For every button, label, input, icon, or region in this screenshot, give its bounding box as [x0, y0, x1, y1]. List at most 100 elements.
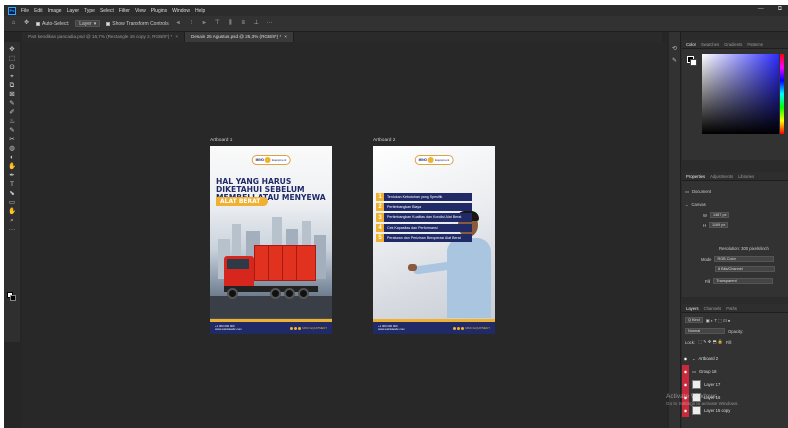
distribute-icon[interactable]: ⫼: [227, 20, 234, 27]
menu-layer[interactable]: Layer: [67, 8, 80, 14]
zoom-tool-icon[interactable]: ⌕: [7, 216, 17, 225]
filter-icons[interactable]: ▣ ◐ T ⬚ ⊡ ●: [706, 318, 731, 323]
home-icon[interactable]: ⌂: [10, 20, 17, 27]
close-icon[interactable]: ×: [175, 34, 178, 40]
pen-tool-icon[interactable]: ✒: [7, 171, 17, 180]
layer-row-group[interactable]: ◉ ▭ Group 18: [682, 365, 788, 378]
hand-tool-icon[interactable]: ✋: [7, 207, 17, 216]
edit-toolbar-icon[interactable]: ···: [7, 225, 17, 234]
lock-icons[interactable]: ⬚ ✎ ✥ ⬒ 🔒: [698, 339, 723, 345]
canvas-area[interactable]: Artboard 1 MINO Equipment HAL YANG HARUS…: [22, 42, 681, 428]
width-input[interactable]: 1467 px: [709, 212, 730, 218]
auto-select-option[interactable]: Auto-Select:: [36, 21, 69, 27]
document-tab[interactable]: Part kendikan pancadia.psd @ 16,7% (Rect…: [22, 32, 186, 42]
eye-icon[interactable]: ◉: [682, 365, 689, 378]
height-input[interactable]: 1169 px: [709, 222, 729, 228]
quick-select-tool-icon[interactable]: ⌖: [7, 72, 17, 81]
close-icon[interactable]: ×: [284, 34, 287, 40]
document-label: Document: [691, 189, 712, 194]
menu-type[interactable]: Type: [84, 8, 95, 14]
tab-patterns[interactable]: Patterns: [747, 42, 763, 47]
chevron-down-icon[interactable]: ⌄: [692, 356, 696, 361]
tab-paths[interactable]: Paths: [726, 306, 737, 311]
type-tool-icon[interactable]: T: [7, 180, 17, 189]
artboard-1-label[interactable]: Artboard 1: [210, 138, 232, 143]
rectangle-tool-icon[interactable]: ▭: [7, 198, 17, 207]
menu-edit[interactable]: Edit: [34, 8, 43, 14]
layer-row[interactable]: ◉ Layer 17: [682, 378, 788, 391]
align-bottom-icon[interactable]: ⊥: [253, 20, 260, 27]
tab-layers[interactable]: Layers: [686, 306, 699, 311]
auto-select-target-value: Layer: [79, 20, 92, 27]
menu-file[interactable]: File: [21, 8, 29, 14]
move-tool-icon[interactable]: ✥: [23, 20, 30, 27]
artboard-1[interactable]: MINO Equipment HAL YANG HARUS DIKETAHUI …: [210, 146, 332, 334]
align-top-icon[interactable]: ⊤: [214, 20, 221, 27]
height-label: H: [703, 222, 707, 228]
show-transform-checkbox[interactable]: [106, 21, 111, 26]
minimize-button[interactable]: —: [758, 6, 764, 13]
brush-settings-icon[interactable]: ✎: [671, 58, 678, 65]
more-options-button[interactable]: ···: [266, 20, 273, 27]
align-center-icon[interactable]: ⫶: [188, 20, 195, 27]
tab-gradients[interactable]: Gradients: [724, 42, 742, 47]
eye-icon[interactable]: ◉: [682, 378, 689, 391]
layer-row-artboard[interactable]: ◉ ⌄ Artboard 2: [682, 352, 788, 365]
gradient-tool-icon[interactable]: ◐: [7, 153, 17, 162]
eraser-tool-icon[interactable]: ◍: [7, 144, 17, 153]
healing-brush-tool-icon[interactable]: ✐: [7, 108, 17, 117]
layer-name: Group 18: [698, 369, 717, 374]
align-right-icon[interactable]: ⫸: [201, 20, 208, 27]
fill-dropdown[interactable]: Transparent: [713, 278, 774, 284]
path-selection-tool-icon[interactable]: ⬊: [7, 189, 17, 198]
photoshop-logo[interactable]: Ps: [8, 6, 16, 15]
mode-dropdown[interactable]: RGB Color: [714, 256, 775, 262]
menu-window[interactable]: Window: [172, 8, 190, 14]
bit-depth-dropdown[interactable]: 8 Bits/Channel: [715, 266, 775, 272]
menu-plugins[interactable]: Plugins: [151, 8, 167, 14]
brush-tool-icon[interactable]: ♨: [7, 117, 17, 126]
lock-label: Lock:: [685, 339, 696, 345]
menu-filter[interactable]: Filter: [119, 8, 130, 14]
hue-slider[interactable]: [780, 54, 784, 134]
crop-tool-icon[interactable]: ⧉: [7, 81, 17, 90]
artboard-2[interactable]: MINO Equipment 1 Tentukan Kebutuhan yang …: [373, 146, 495, 334]
move-tool-icon[interactable]: ✥: [7, 45, 17, 54]
panel-background-swatch[interactable]: [690, 59, 697, 66]
tab-libraries[interactable]: Libraries: [738, 174, 754, 179]
list-text: Pertimbangkan Kualitas dan Kondisi Alat …: [384, 213, 472, 222]
menu-view[interactable]: View: [135, 8, 146, 14]
blur-tool-icon[interactable]: ✋: [7, 162, 17, 171]
blend-mode-dropdown[interactable]: Normal: [685, 328, 725, 334]
eyedropper-tool-icon[interactable]: ✎: [7, 99, 17, 108]
tab-color[interactable]: Color: [686, 42, 696, 47]
document-tab-active[interactable]: Desain 25 Agustus.psd @ 25,3% (RGB/8*) *…: [185, 32, 294, 42]
brand-name: MINO: [255, 158, 264, 162]
distribute-vertical-icon[interactable]: ≡: [240, 20, 247, 27]
menu-help[interactable]: Help: [195, 8, 205, 14]
lasso-tool-icon[interactable]: ʘ: [7, 63, 17, 72]
menu-select[interactable]: Select: [100, 8, 114, 14]
tab-swatches[interactable]: Swatches: [701, 42, 719, 47]
kind-filter-dropdown[interactable]: Q Kind: [685, 317, 703, 323]
clone-stamp-tool-icon[interactable]: ✎: [7, 126, 17, 135]
color-picker-field[interactable]: [702, 54, 779, 134]
frame-tool-icon[interactable]: ⊠: [7, 90, 17, 99]
brand-sub: Equipment: [434, 158, 450, 162]
align-left-icon[interactable]: ⫷: [175, 20, 182, 27]
tab-properties[interactable]: Properties: [686, 174, 705, 179]
artboard-tool-icon[interactable]: ⬚: [7, 54, 17, 63]
tab-adjustments[interactable]: Adjustments: [710, 174, 733, 179]
eye-icon[interactable]: ◉: [682, 352, 689, 365]
auto-select-checkbox[interactable]: [36, 21, 40, 26]
menu-image[interactable]: Image: [48, 8, 62, 14]
restore-button[interactable]: ⧉: [778, 6, 782, 13]
history-icon[interactable]: ⟲: [671, 46, 678, 53]
social-icon: [457, 326, 461, 330]
tab-channels[interactable]: Channels: [704, 306, 722, 311]
auto-select-target-dropdown[interactable]: Layer ▾: [75, 20, 101, 27]
artboard-2-label[interactable]: Artboard 2: [373, 138, 395, 143]
show-transform-option[interactable]: Show Transform Controls: [106, 21, 169, 27]
background-color-swatch[interactable]: [10, 295, 16, 301]
history-brush-tool-icon[interactable]: ✂: [7, 135, 17, 144]
